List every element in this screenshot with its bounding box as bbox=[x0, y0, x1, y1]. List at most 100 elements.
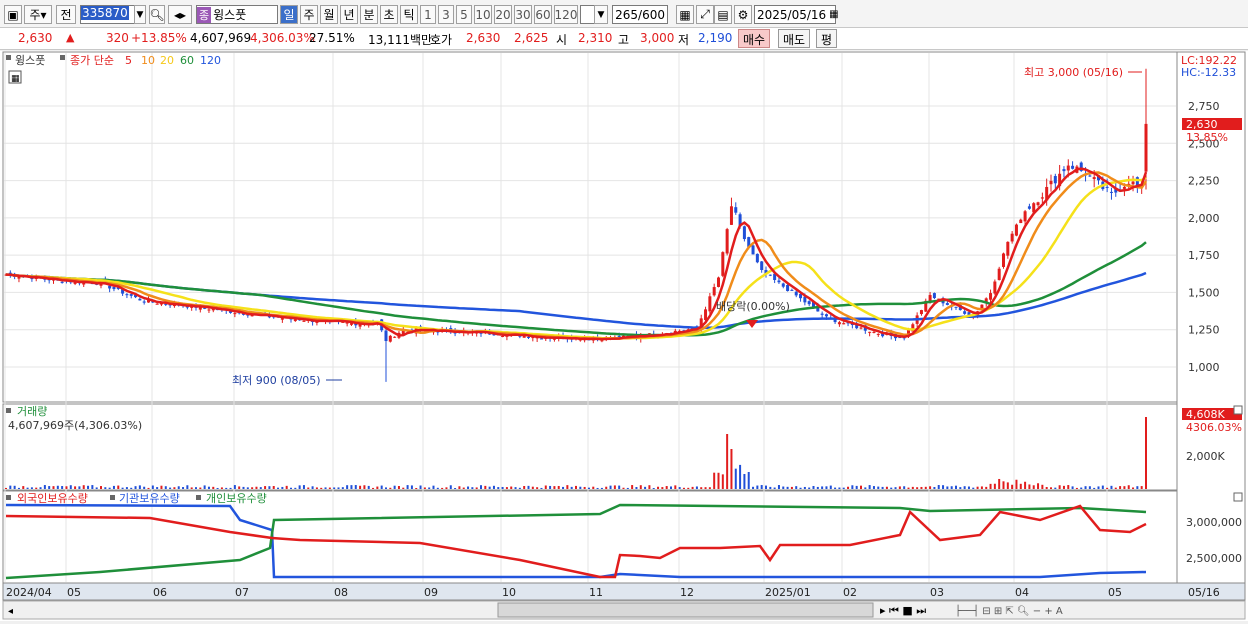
scroll-right-arrow[interactable]: ▸ ⏮ ■ ⏭ bbox=[880, 604, 926, 617]
volume-bar bbox=[756, 485, 759, 489]
legend-marker-icon bbox=[6, 408, 11, 413]
volume-bar bbox=[82, 485, 85, 489]
volume-bar bbox=[488, 486, 491, 489]
low-price: 2,190 bbox=[698, 31, 733, 45]
volume-bar bbox=[993, 483, 996, 489]
volume-bar bbox=[363, 485, 366, 489]
interval-20-button[interactable]: 20 bbox=[494, 5, 512, 24]
interval-3-button[interactable]: 3 bbox=[438, 5, 454, 24]
x-axis-bar bbox=[2, 582, 1246, 601]
volume-bar bbox=[220, 487, 223, 489]
volume-bar bbox=[341, 487, 344, 489]
buy-button[interactable]: 매수 bbox=[738, 29, 771, 48]
prev-button[interactable]: 전 bbox=[56, 5, 76, 24]
volume-bar bbox=[445, 487, 448, 489]
foreign-holdings-legend: 외국인보유수량 bbox=[17, 492, 88, 505]
save-icon[interactable]: ▤ bbox=[714, 5, 732, 24]
trade-amount: 13,111백만 bbox=[368, 33, 433, 47]
volume-bar bbox=[872, 486, 875, 489]
volume-close-icon[interactable] bbox=[1233, 405, 1243, 415]
volume-bar bbox=[505, 487, 508, 489]
volume-bar bbox=[281, 486, 284, 489]
hc-label: HC:-12.33 bbox=[1181, 66, 1236, 79]
holdings-close-icon[interactable] bbox=[1233, 492, 1243, 502]
date-field[interactable]: 2025/05/16 ▦ bbox=[754, 5, 839, 24]
x-axis-label: 06 bbox=[153, 586, 167, 599]
candle-body bbox=[989, 293, 993, 300]
grid-icon[interactable]: ▦ bbox=[676, 5, 694, 24]
period-second-button[interactable]: 초 bbox=[380, 5, 398, 24]
candle-body bbox=[125, 294, 129, 296]
candle-body bbox=[837, 322, 841, 325]
volume-panel[interactable] bbox=[2, 403, 1178, 491]
stock-name-field[interactable]: 종 윙스풋 bbox=[196, 5, 278, 24]
period-week-button[interactable]: 주 bbox=[300, 5, 318, 24]
volume-bar bbox=[13, 485, 16, 489]
current-price-tag-text: 2,630 bbox=[1186, 118, 1218, 131]
gear-icon[interactable]: ⚙ bbox=[734, 5, 752, 24]
candle-body bbox=[388, 335, 392, 342]
volume-bar bbox=[74, 486, 77, 489]
volume-bar bbox=[432, 485, 435, 489]
speaker-icon[interactable]: ◂▸ bbox=[168, 5, 192, 24]
change-value: 320 bbox=[106, 31, 129, 45]
volume-bar bbox=[501, 486, 504, 489]
scroll-left-arrow[interactable]: ◂ bbox=[8, 606, 13, 617]
volume-bar bbox=[1062, 485, 1065, 489]
interval-dropdown-icon[interactable]: ▼ bbox=[594, 5, 608, 24]
volume-bar bbox=[22, 486, 25, 489]
candle-body bbox=[207, 309, 211, 311]
volume-bar bbox=[536, 487, 539, 489]
volume-bar bbox=[410, 485, 413, 489]
type-select[interactable]: 주 ▾ bbox=[24, 5, 52, 24]
interval-10-button[interactable]: 10 bbox=[474, 5, 492, 24]
volume-bar bbox=[976, 486, 979, 489]
volume-bar bbox=[1071, 486, 1074, 489]
interval-60-button[interactable]: 60 bbox=[534, 5, 552, 24]
price-panel[interactable] bbox=[2, 51, 1178, 403]
search-icon[interactable]: 🔍︎ bbox=[149, 5, 165, 24]
volume-bar bbox=[851, 485, 854, 489]
volume-bar bbox=[657, 486, 660, 489]
dividend-annotation: 배당락(0.00%) bbox=[716, 300, 790, 313]
volume-bar bbox=[104, 487, 107, 489]
volume-bar bbox=[402, 487, 405, 489]
sell-button[interactable]: 매도 bbox=[778, 29, 811, 48]
volume-bar bbox=[704, 487, 707, 489]
count-field[interactable]: 265/600 bbox=[612, 5, 668, 24]
quote-info-bar: 2,630 ▲ 320 +13.85% 4,607,969 4,306.03% … bbox=[0, 28, 1248, 50]
period-tick-button[interactable]: 틱 bbox=[400, 5, 418, 24]
interval-120-button[interactable]: 120 bbox=[554, 5, 578, 24]
volume-bar bbox=[1011, 484, 1014, 489]
interval-30-button[interactable]: 30 bbox=[514, 5, 532, 24]
code-dropdown-icon[interactable]: ▼ bbox=[134, 5, 146, 24]
volume-bar bbox=[842, 487, 845, 489]
volume-bar bbox=[497, 487, 500, 489]
volume-bar bbox=[143, 486, 146, 489]
volume-bar bbox=[182, 487, 185, 489]
period-minute-button[interactable]: 분 bbox=[360, 5, 378, 24]
volume-bar bbox=[147, 487, 150, 489]
volume-bar bbox=[492, 485, 495, 489]
zoom-tools-icon[interactable]: ├──┤ ⊟ ⊞ ⇱ 🔍︎ − + A bbox=[955, 604, 1063, 617]
scroll-thumb[interactable] bbox=[497, 602, 874, 618]
interval-5-button[interactable]: 5 bbox=[456, 5, 472, 24]
candle-body bbox=[1006, 241, 1010, 256]
volume-bar bbox=[540, 487, 543, 489]
date-value: 2025/05/16 bbox=[757, 7, 827, 22]
volume-bar bbox=[765, 485, 767, 489]
volume-bar bbox=[838, 487, 841, 489]
volume-bar bbox=[812, 485, 815, 489]
calendar-icon[interactable]: ▦ bbox=[829, 9, 838, 20]
interval-1-button[interactable]: 1 bbox=[420, 5, 436, 24]
period-day-button[interactable]: 일 bbox=[280, 5, 298, 24]
volume-bar bbox=[251, 487, 254, 489]
period-month-button[interactable]: 월 bbox=[320, 5, 338, 24]
candle-body bbox=[393, 336, 397, 338]
evaluate-button[interactable]: 평 bbox=[816, 29, 838, 48]
window-icon[interactable]: ▣ bbox=[4, 5, 22, 24]
period-year-button[interactable]: 년 bbox=[340, 5, 358, 24]
chart-svg[interactable]: ◂ ▸ ⏮ ■ ⏭ ├──┤ ⊟ ⊞ ⇱ 🔍︎ − + A 윙스풋 종가 단순 … bbox=[0, 51, 1248, 621]
trend-icon[interactable]: ⤢ bbox=[696, 5, 714, 24]
candle-body bbox=[1071, 165, 1075, 169]
